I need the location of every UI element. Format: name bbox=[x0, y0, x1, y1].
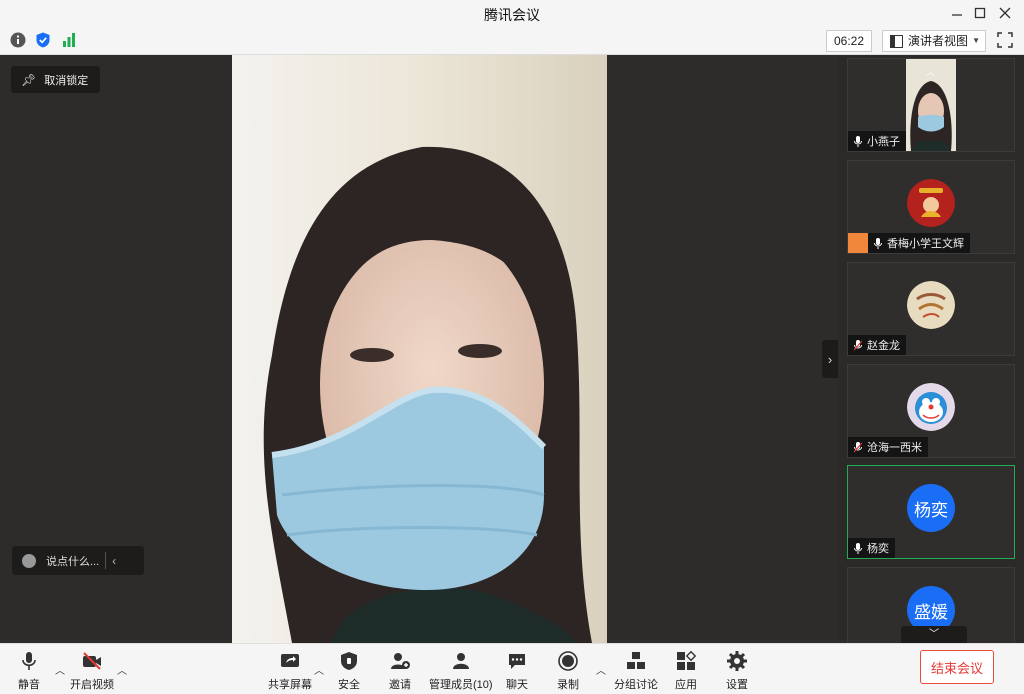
divider bbox=[105, 552, 107, 569]
participant-namebar: 沧海一西米 bbox=[848, 437, 928, 457]
shield-icon bbox=[341, 652, 357, 670]
minimize-icon bbox=[952, 14, 962, 16]
video-label: 开启视频 bbox=[70, 679, 114, 691]
members-icon bbox=[452, 653, 469, 669]
mic-muted-icon bbox=[854, 339, 862, 350]
participant-avatar: 杨奕 bbox=[907, 484, 955, 532]
video-off-icon bbox=[83, 652, 101, 670]
main-video bbox=[232, 55, 607, 643]
share-screen-label: 共享屏幕 bbox=[268, 679, 312, 691]
chat-icon bbox=[509, 654, 525, 669]
participant-tile[interactable]: 赵金龙 bbox=[847, 262, 1015, 356]
chevron-down-icon: ▼ bbox=[972, 36, 980, 45]
participant-name: 小燕子 bbox=[867, 136, 900, 148]
maximize-button[interactable] bbox=[970, 3, 990, 23]
participant-namebar: 赵金龙 bbox=[848, 335, 906, 355]
chevron-right-icon: › bbox=[827, 351, 833, 367]
pin-icon: 📌︎ bbox=[21, 72, 37, 87]
window-title: 腾讯会议 bbox=[484, 7, 540, 23]
speaker-view-icon bbox=[890, 34, 903, 48]
chat-input[interactable]: 说点什么... ‹ bbox=[12, 546, 144, 575]
mic-icon bbox=[854, 542, 862, 554]
participant-name: 赵金龙 bbox=[867, 340, 900, 352]
maximize-icon bbox=[974, 7, 986, 19]
apps-icon bbox=[677, 650, 697, 670]
chevron-up-icon[interactable]: ︿ bbox=[926, 65, 935, 78]
manage-members-button[interactable]: 管理成员(10) bbox=[429, 650, 493, 692]
record-options-caret[interactable]: ︿ bbox=[596, 662, 606, 677]
participant-avatar bbox=[907, 179, 955, 227]
breakout-label: 分组讨论 bbox=[614, 679, 658, 691]
title-bar: 腾讯会议 bbox=[0, 0, 1024, 26]
close-button[interactable] bbox=[995, 3, 1015, 23]
chevron-down-icon[interactable]: ﹀ bbox=[901, 626, 967, 644]
chat-button[interactable]: 聊天 bbox=[506, 650, 528, 692]
apps-button[interactable]: 应用 bbox=[675, 650, 697, 692]
participant-name: 沧海一西米 bbox=[867, 442, 922, 454]
participant-name: 香梅小学王文辉 bbox=[887, 238, 964, 250]
security-button[interactable]: 安全 bbox=[338, 650, 360, 692]
participant-rail: ︿ 小燕子 香梅小学王文辉 赵金龙 沧海一西米 杨奕 杨奕 盛媛 ﹀ bbox=[838, 55, 1024, 644]
collapse-rail-button[interactable]: › bbox=[822, 340, 838, 378]
main-stage: 📌︎ 取消锁定 说点什么... ‹ › bbox=[0, 55, 838, 643]
mute-button[interactable]: 静音 bbox=[18, 650, 40, 692]
participant-namebar: 小燕子 bbox=[848, 131, 906, 151]
security-label: 安全 bbox=[338, 679, 360, 691]
record-label: 录制 bbox=[557, 679, 579, 691]
participant-tile[interactable]: 盛媛 ﹀ bbox=[847, 567, 1015, 644]
participant-tile[interactable]: ︿ 小燕子 bbox=[847, 58, 1015, 152]
apps-label: 应用 bbox=[675, 679, 697, 691]
bottom-control-bar: 静音 ︿ 开启视频 ︿ 共享屏幕 ︿ 安全 邀请 管理成员(10) 聊天 录制 … bbox=[0, 643, 1024, 694]
minimize-button[interactable] bbox=[947, 3, 967, 23]
breakout-rooms-icon bbox=[627, 652, 645, 669]
participant-avatar bbox=[907, 281, 955, 329]
manage-members-label: 管理成员(10) bbox=[429, 679, 493, 691]
mute-options-caret[interactable]: ︿ bbox=[55, 662, 65, 677]
participant-namebar: 香梅小学王文辉 bbox=[848, 233, 970, 253]
invite-label: 邀请 bbox=[389, 679, 411, 691]
invite-button[interactable]: 邀请 bbox=[389, 650, 411, 692]
video-options-caret[interactable]: ︿ bbox=[117, 662, 127, 677]
gear-icon bbox=[727, 651, 747, 671]
record-button[interactable]: 录制 bbox=[557, 650, 579, 692]
settings-button[interactable]: 设置 bbox=[726, 650, 748, 692]
mic-icon bbox=[854, 135, 862, 147]
participant-tile[interactable]: 香梅小学王文辉 bbox=[847, 160, 1015, 254]
chat-placeholder: 说点什么... bbox=[46, 555, 100, 568]
participant-tile-active[interactable]: 杨奕 杨奕 bbox=[847, 465, 1015, 559]
settings-label: 设置 bbox=[726, 679, 748, 691]
mic-muted-icon bbox=[854, 441, 862, 452]
breakout-button[interactable]: 分组讨论 bbox=[614, 650, 658, 692]
participant-namebar: 杨奕 bbox=[848, 538, 895, 558]
microphone-icon bbox=[22, 652, 36, 670]
meeting-timer: 06:22 bbox=[826, 30, 872, 52]
record-icon bbox=[558, 651, 578, 671]
participant-name: 杨奕 bbox=[867, 543, 889, 555]
fullscreen-icon[interactable] bbox=[996, 31, 1014, 49]
unlock-label: 取消锁定 bbox=[44, 74, 89, 87]
share-screen-button[interactable]: 共享屏幕 bbox=[268, 650, 312, 692]
signal-icon[interactable] bbox=[60, 31, 78, 49]
top-toolbar: 06:22 演讲者视图 ▼ bbox=[0, 26, 1024, 55]
person-icon bbox=[848, 233, 868, 253]
end-meeting-button[interactable]: 结束会议 bbox=[920, 650, 994, 684]
mic-icon bbox=[874, 237, 882, 249]
share-options-caret[interactable]: ︿ bbox=[314, 662, 324, 677]
shield-icon[interactable] bbox=[34, 31, 52, 49]
add-user-icon bbox=[391, 653, 410, 669]
close-icon bbox=[999, 7, 1011, 19]
chevron-left-icon[interactable]: ‹ bbox=[112, 554, 116, 568]
share-screen-icon bbox=[281, 654, 299, 667]
speaker-video-image bbox=[232, 55, 607, 643]
participant-avatar bbox=[907, 383, 955, 431]
mute-label: 静音 bbox=[18, 679, 40, 691]
info-icon[interactable] bbox=[9, 31, 27, 49]
chat-label: 聊天 bbox=[506, 679, 528, 691]
emoji-icon[interactable] bbox=[22, 553, 36, 568]
view-mode-label: 演讲者视图 bbox=[908, 34, 969, 48]
unlock-button[interactable]: 📌︎ 取消锁定 bbox=[11, 66, 101, 93]
video-button[interactable]: 开启视频 bbox=[70, 650, 114, 692]
participant-tile[interactable]: 沧海一西米 bbox=[847, 364, 1015, 458]
view-mode-select[interactable]: 演讲者视图 ▼ bbox=[882, 30, 986, 52]
